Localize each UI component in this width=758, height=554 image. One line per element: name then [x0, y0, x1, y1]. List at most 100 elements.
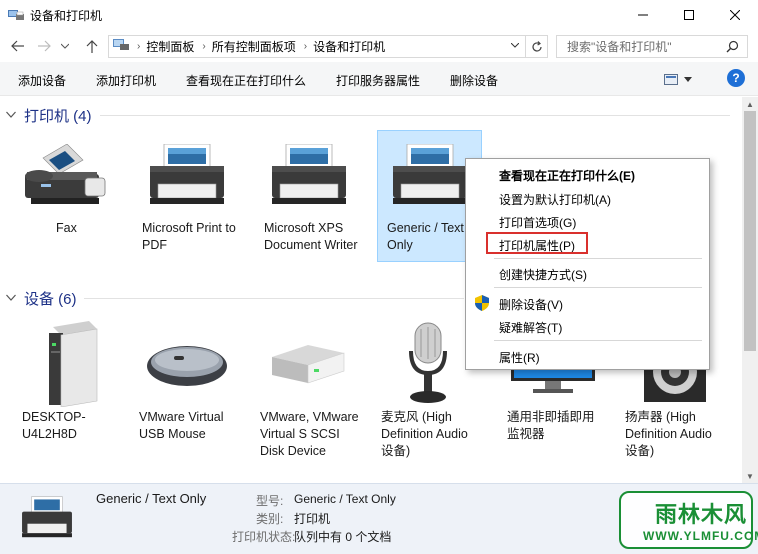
breadcrumb-control-panel[interactable]: 控制面板 — [146, 38, 194, 55]
tile-label: 麦克风 (High Definition Audio 设备) — [381, 410, 468, 458]
tile-label: Fax — [56, 221, 77, 235]
change-view-button[interactable] — [664, 71, 698, 87]
details-status-label: 打印机状态: — [232, 530, 296, 544]
menu-item-set-default[interactable]: 设置为默认打印机(A) — [499, 191, 611, 208]
chevron-down-icon — [61, 43, 69, 49]
details-model-label: 型号: — [256, 494, 284, 508]
details-device-name: Generic / Text Only — [96, 491, 207, 506]
menu-item-create-shortcut[interactable]: 创建快捷方式(S) — [499, 266, 587, 283]
view-icon — [664, 73, 678, 85]
printer-tile-xps-writer[interactable]: Microsoft XPS Document Writer — [257, 134, 361, 254]
menu-item-see-printing[interactable]: 查看现在正在打印什么(E) — [499, 167, 635, 184]
printer-tile-fax[interactable]: Fax — [12, 134, 116, 237]
title-bar: 设备和打印机 — [0, 0, 758, 30]
recent-locations-button[interactable] — [58, 36, 72, 56]
see-printing-button[interactable]: 查看现在正在打印什么 — [186, 72, 306, 89]
minimize-icon — [638, 14, 648, 16]
vertical-scrollbar[interactable]: ▲ ▼ — [742, 97, 758, 483]
search-icon — [726, 40, 739, 56]
printer-icon — [135, 134, 239, 220]
up-button[interactable] — [82, 36, 102, 56]
tile-label: 扬声器 (High Definition Audio 设备) — [625, 410, 712, 458]
scroll-down-button[interactable]: ▼ — [742, 469, 758, 483]
printer-tile-print-to-pdf[interactable]: Microsoft Print to PDF — [135, 134, 239, 254]
disk-drive-icon — [255, 319, 359, 409]
menu-separator — [494, 258, 702, 259]
print-server-properties-button[interactable]: 打印服务器属性 — [336, 72, 420, 89]
tile-label: Microsoft Print to PDF — [142, 221, 236, 252]
address-bar[interactable]: › 控制面板 › 所有控制面板项 › 设备和打印机 — [108, 35, 526, 58]
fax-icon — [12, 134, 116, 220]
search-placeholder: 搜索"设备和打印机" — [567, 40, 672, 54]
details-category-value: 打印机 — [294, 512, 331, 526]
group-title-devices: 设备 (6) — [24, 290, 77, 308]
group-header-devices[interactable]: 设备 (6) — [6, 288, 77, 308]
up-arrow-icon — [86, 40, 98, 53]
breadcrumb-separator: › — [137, 41, 141, 52]
refresh-icon — [531, 40, 542, 52]
tile-label: Microsoft XPS Document Writer — [264, 221, 358, 252]
shield-icon — [475, 295, 489, 314]
chevron-down-icon — [6, 110, 16, 121]
add-device-button[interactable]: 添加设备 — [18, 72, 66, 89]
highlight-annotation — [486, 232, 588, 254]
group-divider — [84, 298, 464, 299]
back-arrow-icon — [11, 40, 24, 52]
menu-item-properties[interactable]: 属性(R) — [499, 349, 540, 366]
help-button[interactable]: ? — [727, 69, 745, 87]
remove-device-button[interactable]: 删除设备 — [450, 72, 498, 89]
breadcrumb-devices-printers[interactable]: 设备和打印机 — [313, 38, 385, 55]
group-header-printers[interactable]: 打印机 (4) — [6, 105, 92, 125]
details-model-value: Generic / Text Only — [294, 492, 396, 506]
chevron-down-icon — [511, 43, 519, 48]
search-input[interactable]: 搜索"设备和打印机" — [556, 35, 748, 58]
group-title-printers: 打印机 (4) — [24, 107, 92, 125]
tile-label: VMware Virtual USB Mouse — [139, 410, 224, 441]
details-status-value: 队列中有 0 个文档 — [294, 530, 392, 544]
maximize-button[interactable] — [666, 0, 712, 30]
tile-label: VMware, VMware Virtual S SCSI Disk Devic… — [260, 410, 359, 458]
close-icon — [730, 10, 740, 20]
add-printer-button[interactable]: 添加打印机 — [96, 72, 156, 89]
breadcrumb-all-items[interactable]: 所有控制面板项 — [212, 38, 296, 55]
close-button[interactable] — [712, 0, 758, 30]
forward-arrow-icon — [38, 40, 51, 52]
maximize-icon — [684, 10, 694, 20]
device-tile-usb-mouse[interactable]: VMware Virtual USB Mouse — [135, 319, 239, 443]
details-category-label: 类别: — [256, 512, 284, 526]
breadcrumb-separator: › — [202, 41, 206, 52]
control-panel-icon — [113, 38, 129, 55]
group-divider — [100, 115, 730, 116]
breadcrumb-separator: › — [303, 41, 308, 52]
watermark-logo: 雨林木风 WWW.YLMFU.COM — [619, 491, 758, 549]
menu-item-remove-device[interactable]: 删除设备(V) — [499, 296, 563, 313]
scroll-up-button[interactable]: ▲ — [742, 97, 758, 111]
devices-printers-icon — [8, 8, 24, 22]
scroll-thumb[interactable] — [744, 111, 756, 351]
menu-item-troubleshoot[interactable]: 疑难解答(T) — [499, 319, 562, 336]
forward-button[interactable] — [34, 36, 54, 56]
menu-separator — [494, 340, 702, 341]
chevron-down-icon — [684, 76, 692, 82]
context-menu: 查看现在正在打印什么(E) 设置为默认打印机(A) 打印首选项(G) 打印机属性… — [465, 158, 710, 370]
printer-icon — [18, 496, 76, 545]
minimize-button[interactable] — [620, 0, 666, 30]
device-tile-scsi-disk[interactable]: VMware, VMware Virtual S SCSI Disk Devic… — [255, 319, 359, 460]
refresh-button[interactable] — [526, 35, 548, 58]
address-history-button[interactable] — [505, 35, 525, 56]
tile-label: DESKTOP-U4L2H8D — [22, 410, 86, 441]
watermark-url: WWW.YLMFU.COM — [643, 529, 758, 543]
mouse-icon — [135, 319, 239, 409]
tile-label: 通用非即插即用监视器 — [507, 410, 595, 441]
command-bar: 添加设备 添加打印机 查看现在正在打印什么 打印服务器属性 删除设备 ? — [0, 62, 758, 96]
address-row: › 控制面板 › 所有控制面板项 › 设备和打印机 搜索"设备和打印机" — [0, 30, 758, 62]
menu-item-printing-preferences[interactable]: 打印首选项(G) — [499, 214, 576, 231]
device-tile-desktop[interactable]: DESKTOP-U4L2H8D — [14, 319, 118, 443]
computer-tower-icon — [14, 319, 118, 409]
watermark-title: 雨林木风 — [655, 502, 748, 527]
menu-separator — [494, 287, 702, 288]
printer-icon — [257, 134, 361, 220]
window-title: 设备和打印机 — [30, 9, 103, 23]
back-button[interactable] — [8, 36, 28, 56]
chevron-down-icon — [6, 293, 16, 304]
